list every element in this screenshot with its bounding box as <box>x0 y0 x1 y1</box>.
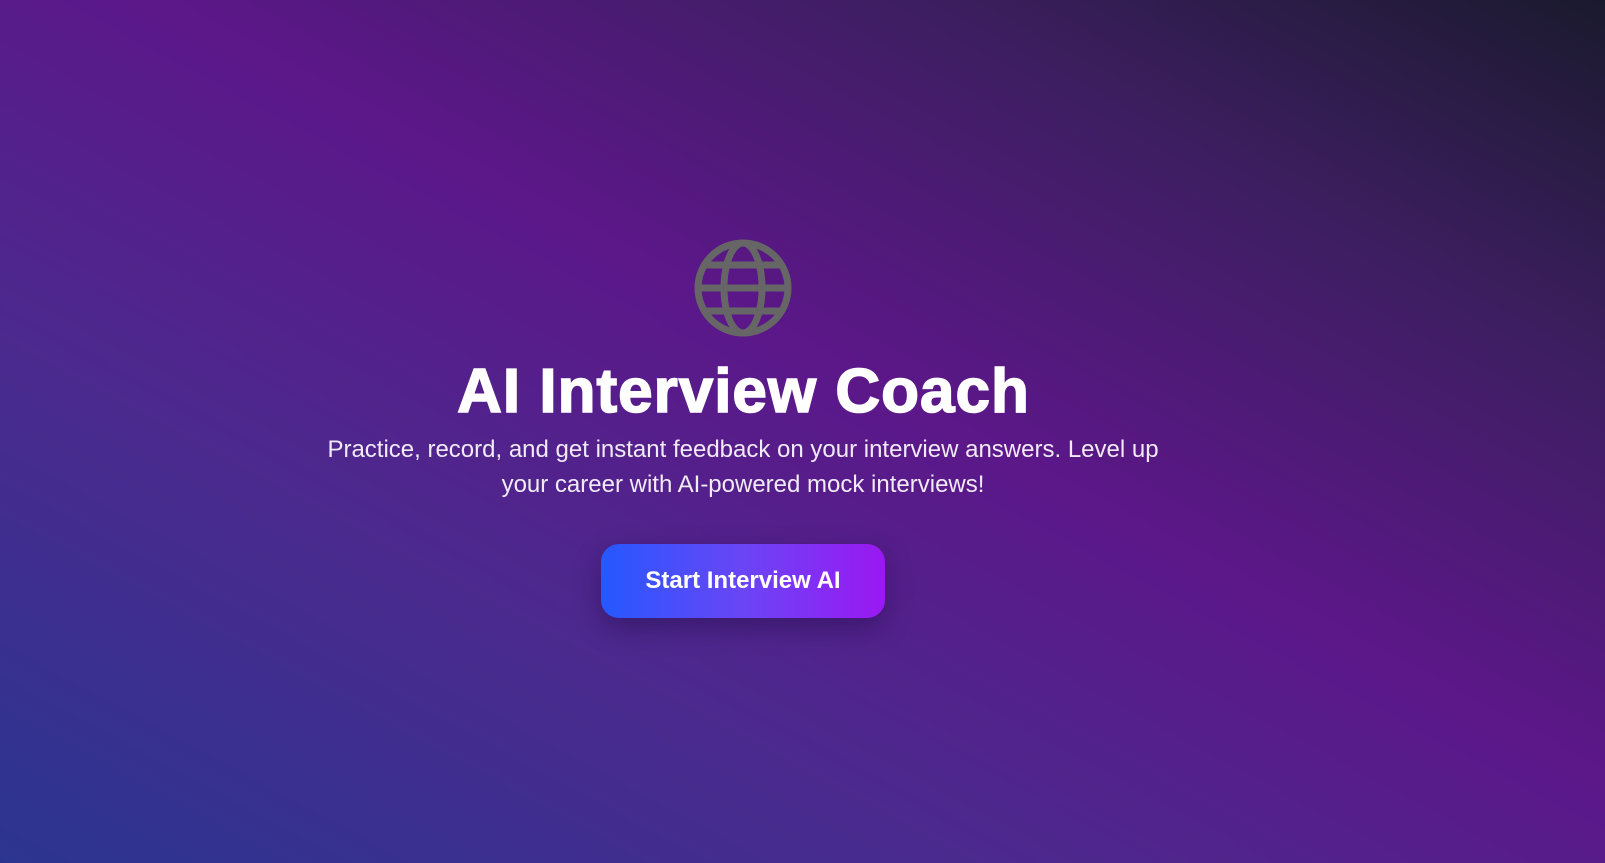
globe-icon <box>694 239 792 337</box>
hero-section: AI Interview Coach Practice, record, and… <box>0 0 1487 863</box>
start-interview-button[interactable]: Start Interview AI <box>601 544 885 618</box>
hero-subtitle: Practice, record, and get instant feedba… <box>327 436 1159 498</box>
page-title: AI Interview Coach <box>456 356 1030 427</box>
